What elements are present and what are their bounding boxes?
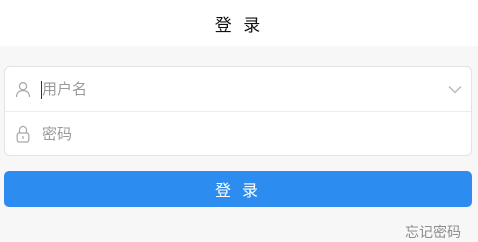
username-row[interactable] (5, 67, 471, 111)
password-row[interactable] (5, 112, 471, 156)
login-button[interactable]: 登 录 (4, 171, 472, 207)
page-title: 登 录 (214, 15, 264, 36)
forgot-password-link[interactable]: 忘记密码 (405, 222, 461, 242)
login-form (4, 66, 472, 156)
header-bar: 登 录 (0, 0, 478, 46)
chevron-down-icon[interactable] (447, 81, 463, 97)
user-icon (14, 80, 32, 98)
password-input[interactable] (40, 121, 439, 147)
username-input[interactable] (40, 76, 439, 102)
lock-icon (14, 125, 32, 143)
